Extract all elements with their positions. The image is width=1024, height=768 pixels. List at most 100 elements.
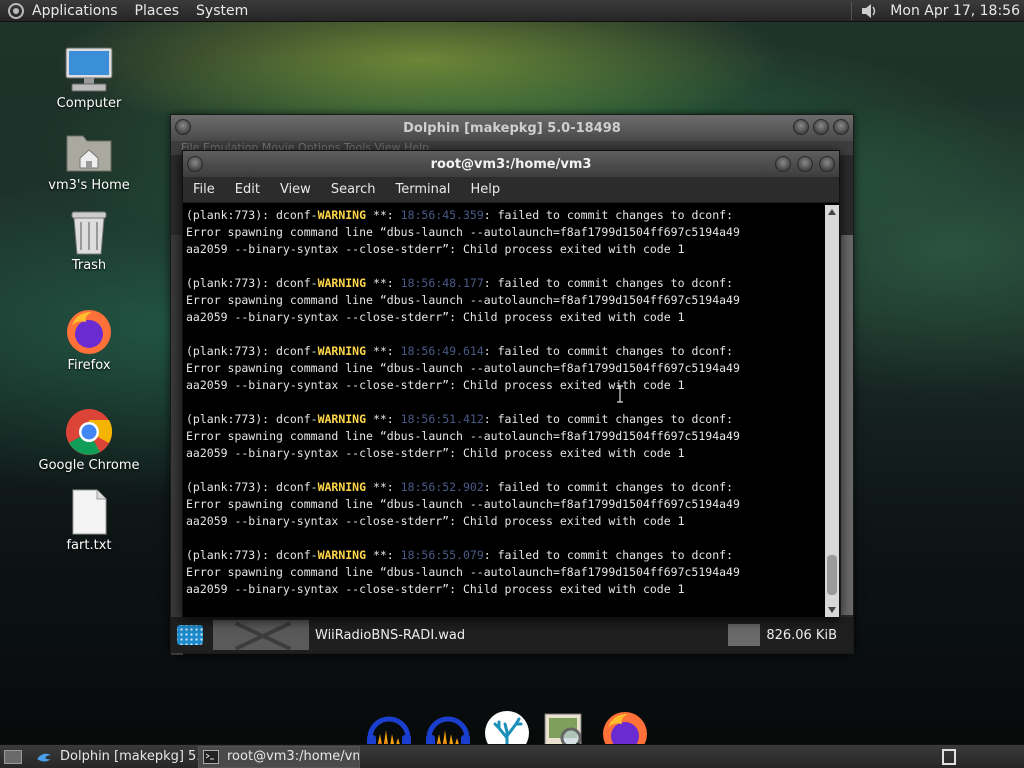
scroll-down-arrow-icon[interactable]: [828, 607, 836, 613]
log-entry: (plank:773): dconf-WARNING **: 18:56:49.…: [186, 343, 827, 394]
terminal-window[interactable]: root@vm3:/home/vm3 File Edit View Search…: [182, 150, 840, 618]
desktop-icon-trash[interactable]: Trash: [34, 208, 144, 273]
log-mid: **:: [366, 276, 401, 290]
minimize-button[interactable]: [775, 156, 791, 172]
log-line: (plank:773): dconf-WARNING **: 18:56:49.…: [186, 343, 827, 360]
window-menu-button[interactable]: [175, 119, 191, 135]
scroll-up-arrow-icon[interactable]: [828, 209, 836, 215]
show-desktop-icon[interactable]: [4, 749, 22, 764]
log-time: 18:56:51.412: [400, 412, 484, 426]
dolphin-statusbar: WiiRadioBNS-RADI.wad 826.06 KiB: [171, 617, 853, 653]
log-time: 18:56:52.902: [400, 480, 484, 494]
menu-view[interactable]: View: [280, 182, 311, 197]
terminal-titlebar[interactable]: root@vm3:/home/vm3: [183, 151, 839, 177]
maximize-button[interactable]: [797, 156, 813, 172]
dolphin-icon: [36, 750, 52, 764]
panel-separator: [851, 1, 853, 20]
bottom-panel: Dolphin [makepkg] 5... root@vm3:/home/vm…: [0, 744, 1024, 768]
grid-view-icon[interactable]: [177, 625, 203, 645]
file-icon: [728, 624, 761, 646]
log-line: Error spawning command line “dbus-launch…: [186, 293, 740, 307]
places-menu[interactable]: Places: [135, 3, 180, 19]
desktop-icon-label: Computer: [56, 96, 122, 111]
log-line: Error spawning command line “dbus-launch…: [186, 361, 740, 375]
firefox-icon: [64, 308, 114, 356]
log-prefix: (plank:773): dconf-: [186, 208, 318, 222]
log-line: aa2059 --binary-syntax --close-stderr”: …: [186, 446, 685, 460]
log-level: WARNING: [317, 276, 367, 290]
minimize-button[interactable]: [793, 119, 809, 135]
terminal-menubar: File Edit View Search Terminal Help: [183, 177, 839, 203]
log-mid: **:: [366, 412, 401, 426]
taskbar-item-label: root@vm3:/home/vm3: [227, 749, 360, 764]
desktop-icon-computer[interactable]: Computer: [34, 46, 144, 111]
close-button[interactable]: [819, 156, 835, 172]
desktop-icon-label: vm3's Home: [48, 178, 130, 193]
trash-icon: [64, 208, 114, 256]
log-level: WARNING: [317, 412, 367, 426]
log-msg: : failed to commit changes to dconf:: [483, 208, 733, 222]
terminal-output[interactable]: (plank:773): dconf-WARNING **: 18:56:45.…: [183, 205, 827, 617]
dolphin-titlebar[interactable]: Dolphin [makepkg] 5.0-18498: [171, 115, 853, 141]
log-level: WARNING: [317, 208, 367, 222]
log-entry: (plank:773): dconf-WARNING **: 18:56:51.…: [186, 411, 827, 462]
window-menu-button[interactable]: [187, 156, 203, 172]
log-line: Error spawning command line “dbus-launch…: [186, 497, 740, 511]
log-entry: (plank:773): dconf-WARNING **: 18:56:52.…: [186, 479, 827, 530]
selected-file-size: 826.06 KiB: [766, 627, 837, 643]
desktop-icon-fart-txt[interactable]: fart.txt: [34, 488, 144, 553]
text-file-icon: [64, 488, 114, 536]
taskbar-item-terminal[interactable]: root@vm3:/home/vm3: [198, 745, 360, 768]
applications-menu[interactable]: Applications: [32, 3, 118, 19]
log-line: aa2059 --binary-syntax --close-stderr”: …: [186, 242, 685, 256]
dolphin-scrollbar[interactable]: [841, 235, 853, 615]
desktop-icon-label: fart.txt: [66, 538, 112, 553]
computer-icon: [64, 46, 114, 94]
log-line: Error spawning command line “dbus-launch…: [186, 429, 740, 443]
selected-file-name: WiiRadioBNS-RADI.wad: [315, 627, 466, 643]
menu-edit[interactable]: Edit: [235, 182, 260, 197]
desktop-icon-firefox[interactable]: Firefox: [34, 308, 144, 373]
log-entry: (plank:773): dconf-WARNING **: 18:56:55.…: [186, 547, 827, 598]
distro-logo-icon[interactable]: [8, 2, 24, 19]
menu-terminal[interactable]: Terminal: [395, 182, 450, 197]
log-line: aa2059 --binary-syntax --close-stderr”: …: [186, 310, 685, 324]
clock[interactable]: Mon Apr 17, 18:56: [890, 3, 1020, 19]
taskbar-item-dolphin[interactable]: Dolphin [makepkg] 5...: [32, 746, 198, 768]
log-prefix: (plank:773): dconf-: [186, 412, 318, 426]
log-time: 18:56:55.079: [400, 548, 484, 562]
log-mid: **:: [366, 480, 401, 494]
terminal-title: root@vm3:/home/vm3: [430, 156, 592, 172]
chrome-icon: [64, 408, 114, 456]
desktop-icon-label: Firefox: [67, 358, 111, 373]
log-entry: (plank:773): dconf-WARNING **: 18:56:45.…: [186, 207, 827, 258]
log-msg: : failed to commit changes to dconf:: [483, 412, 733, 426]
taskbar-item-label: Dolphin [makepkg] 5...: [60, 749, 198, 764]
desktop-icon-chrome[interactable]: Google Chrome: [34, 408, 144, 473]
log-prefix: (plank:773): dconf-: [186, 548, 318, 562]
log-line: aa2059 --binary-syntax --close-stderr”: …: [186, 582, 685, 596]
desktop-icon-home[interactable]: vm3's Home: [34, 128, 144, 193]
log-msg: : failed to commit changes to dconf:: [483, 276, 733, 290]
log-time: 18:56:49.614: [400, 344, 484, 358]
scrollbar-thumb[interactable]: [827, 555, 837, 595]
terminal-scrollbar[interactable]: [825, 205, 839, 617]
log-line: (plank:773): dconf-WARNING **: 18:56:52.…: [186, 479, 827, 496]
game-banner-thumbnail: [213, 620, 309, 650]
maximize-button[interactable]: [813, 119, 829, 135]
log-level: WARNING: [317, 480, 367, 494]
menu-search[interactable]: Search: [331, 182, 376, 197]
log-prefix: (plank:773): dconf-: [186, 344, 318, 358]
menu-help[interactable]: Help: [470, 182, 500, 197]
menu-file[interactable]: File: [193, 182, 215, 197]
workspace-switcher-icon[interactable]: [942, 748, 956, 765]
desktop-icon-label: Trash: [71, 258, 107, 273]
system-menu[interactable]: System: [196, 3, 248, 19]
log-line: aa2059 --binary-syntax --close-stderr”: …: [186, 514, 685, 528]
desktop-icon-label: Google Chrome: [38, 458, 140, 473]
terminal-icon: [203, 749, 219, 764]
close-button[interactable]: [833, 119, 849, 135]
top-panel: Applications Places System Mon Apr 17, 1…: [0, 0, 1024, 22]
log-line: (plank:773): dconf-WARNING **: 18:56:45.…: [186, 207, 827, 224]
volume-icon[interactable]: [860, 3, 878, 19]
